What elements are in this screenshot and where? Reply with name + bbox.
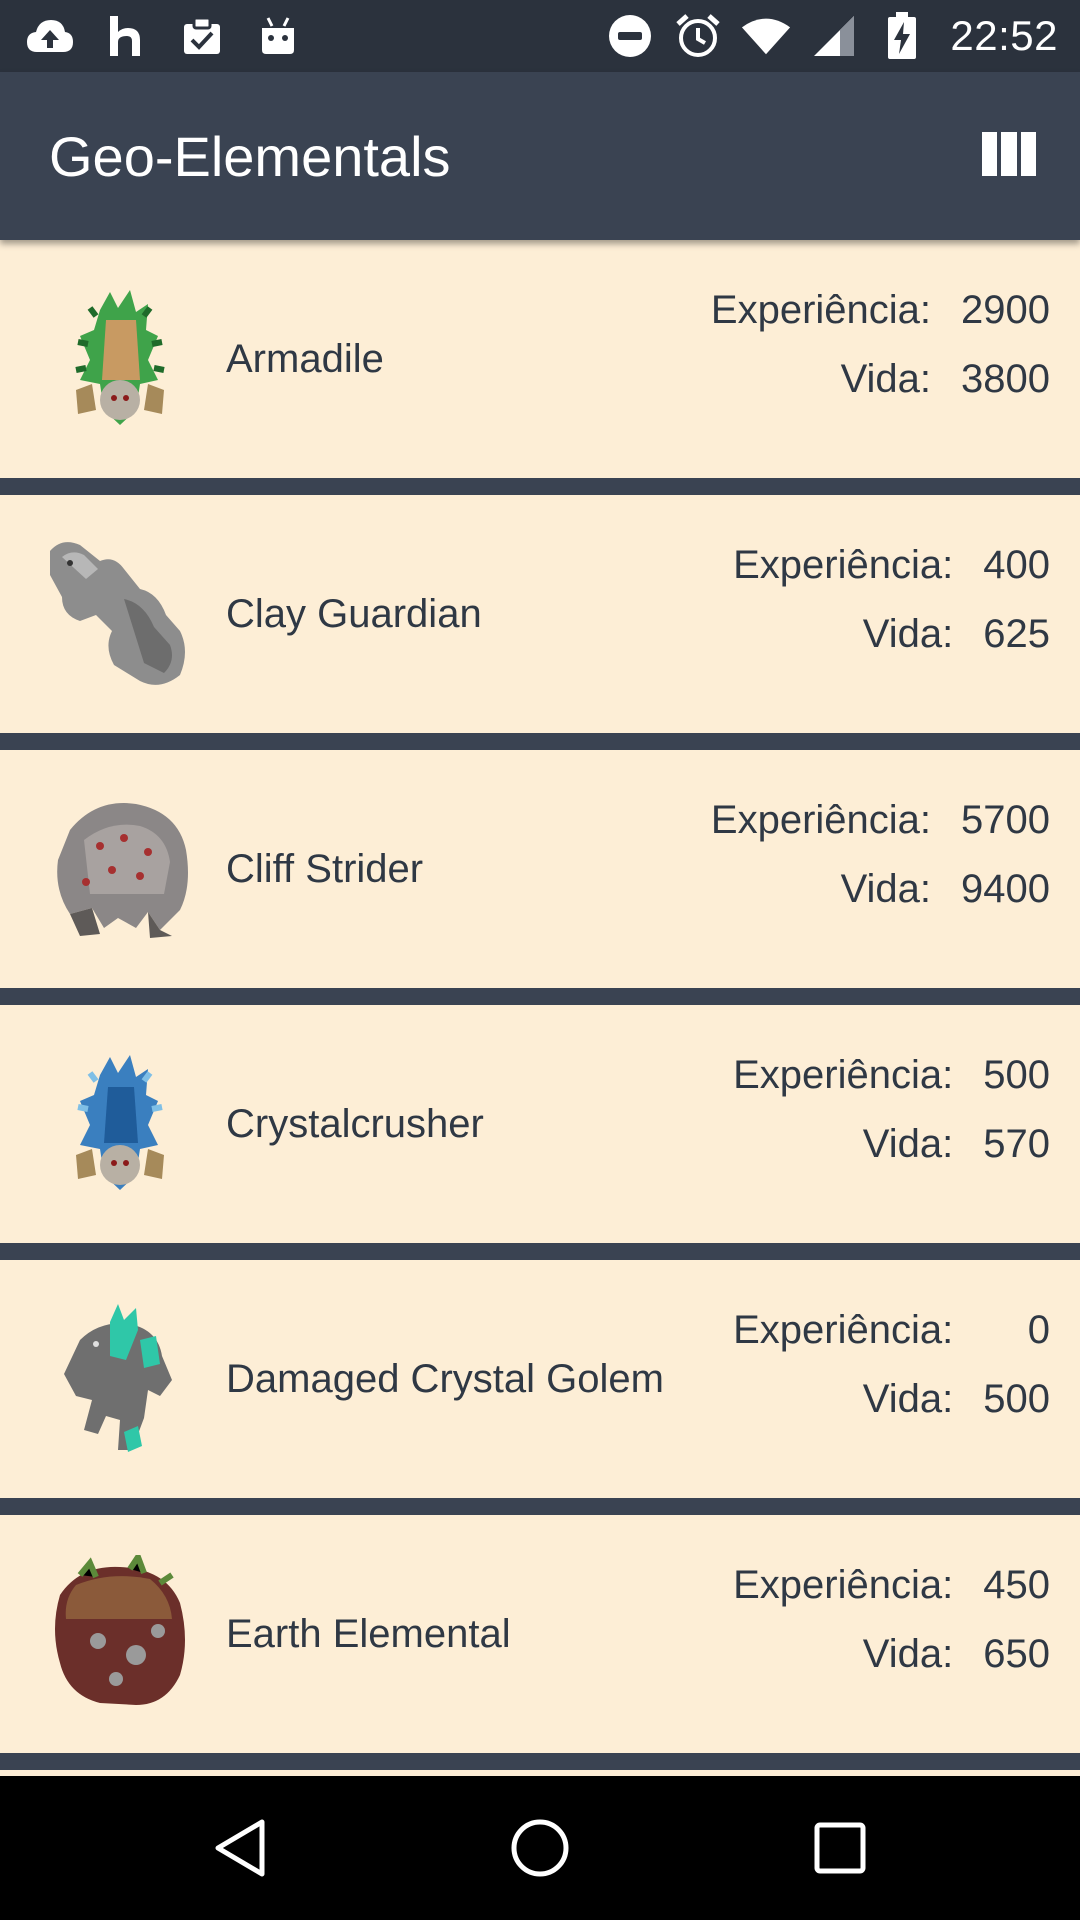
- list-item[interactable]: Armadile Experiência: 2900 Vida: 3800: [0, 240, 1080, 478]
- damaged-crystal-golem-sprite: [40, 1300, 200, 1460]
- earth-elemental-sprite: [40, 1550, 200, 1715]
- life-label: Vida:: [862, 1632, 954, 1676]
- experience-label: Experiência:: [710, 288, 932, 332]
- battery-charging-icon: [876, 10, 928, 62]
- experience-value: 500: [983, 1053, 1050, 1097]
- list-item[interactable]: Crystalcrusher Experiência: 500 Vida: 57…: [0, 1005, 1080, 1243]
- view-columns-icon[interactable]: [982, 132, 1036, 176]
- life-label: Vida:: [862, 1377, 954, 1421]
- experience-label: Experiência:: [733, 1053, 954, 1097]
- creature-name: Earth Elemental: [226, 1611, 511, 1656]
- experience-value: 2900: [961, 288, 1050, 332]
- list-item[interactable]: Damaged Crystal Golem Experiência: 0 Vid…: [0, 1260, 1080, 1498]
- creature-stats: Experiência: 450 Vida: 650: [733, 1563, 1050, 1677]
- experience-value: 5700: [961, 798, 1050, 842]
- creature-name: Cliff Strider: [226, 846, 424, 891]
- life-value: 625: [983, 612, 1050, 656]
- life-label: Vida:: [840, 357, 932, 401]
- navigation-bar: [0, 1776, 1080, 1920]
- life-label: Vida:: [862, 1122, 954, 1166]
- page-title: Geo-Elementals: [49, 125, 451, 188]
- signal-icon: [808, 10, 860, 62]
- life-value: 9400: [961, 867, 1050, 911]
- creature-list[interactable]: Armadile Experiência: 2900 Vida: 3800 Cl…: [0, 240, 1080, 1776]
- creature-stats: Experiência: 400 Vida: 625: [733, 543, 1050, 657]
- creature-stats: Experiência: 500 Vida: 570: [733, 1053, 1050, 1167]
- status-bar: 22:52: [0, 0, 1080, 72]
- recents-icon[interactable]: [800, 1808, 880, 1888]
- life-value: 650: [983, 1632, 1050, 1676]
- creature-name: Damaged Crystal Golem: [226, 1356, 664, 1401]
- experience-value: 400: [983, 543, 1050, 587]
- life-value: 3800: [961, 357, 1050, 401]
- armadile-sprite: [40, 280, 200, 440]
- creature-stats: Experiência: 5700 Vida: 9400: [711, 798, 1050, 912]
- list-item[interactable]: Earth Elemental Experiência: 450 Vida: 6…: [0, 1515, 1080, 1753]
- cloud-upload-icon: [24, 10, 76, 62]
- app-bar: Geo-Elementals: [0, 72, 1080, 240]
- list-item[interactable]: Clay Guardian Experiência: 400 Vida: 625: [0, 495, 1080, 733]
- h-app-icon: [100, 10, 152, 62]
- status-time: 22:52: [950, 12, 1058, 59]
- wifi-icon: [740, 10, 792, 62]
- back-icon[interactable]: [200, 1808, 280, 1888]
- creature-stats: Experiência: 0 Vida: 500: [733, 1308, 1050, 1422]
- creature-name: Armadile: [226, 336, 384, 381]
- experience-label: Experiência:: [710, 798, 932, 842]
- life-label: Vida:: [862, 612, 954, 656]
- list-item[interactable]: Cliff Strider Experiência: 5700 Vida: 94…: [0, 750, 1080, 988]
- crystalcrusher-sprite: [40, 1045, 200, 1205]
- life-value: 570: [983, 1122, 1050, 1166]
- creature-name: Crystalcrusher: [226, 1101, 484, 1146]
- clay-guardian-sprite: [40, 535, 200, 695]
- creature-stats: Experiência: 2900 Vida: 3800: [711, 288, 1050, 402]
- clipboard-check-icon: [176, 10, 228, 62]
- experience-label: Experiência:: [733, 1563, 954, 1607]
- status-bar-system: 22:52: [604, 10, 1058, 62]
- experience-label: Experiência:: [733, 543, 954, 587]
- cliff-strider-sprite: [40, 790, 200, 950]
- experience-value: 450: [983, 1563, 1050, 1607]
- status-bar-notifications: [24, 10, 304, 62]
- experience-label: Experiência:: [733, 1308, 954, 1352]
- android-icon: [252, 10, 304, 62]
- experience-value: 0: [1027, 1308, 1050, 1352]
- life-value: 500: [983, 1377, 1050, 1421]
- life-label: Vida:: [840, 867, 932, 911]
- creature-name: Clay Guardian: [226, 591, 482, 636]
- home-icon[interactable]: [500, 1808, 580, 1888]
- alarm-icon: [672, 10, 724, 62]
- do-not-disturb-icon: [604, 10, 656, 62]
